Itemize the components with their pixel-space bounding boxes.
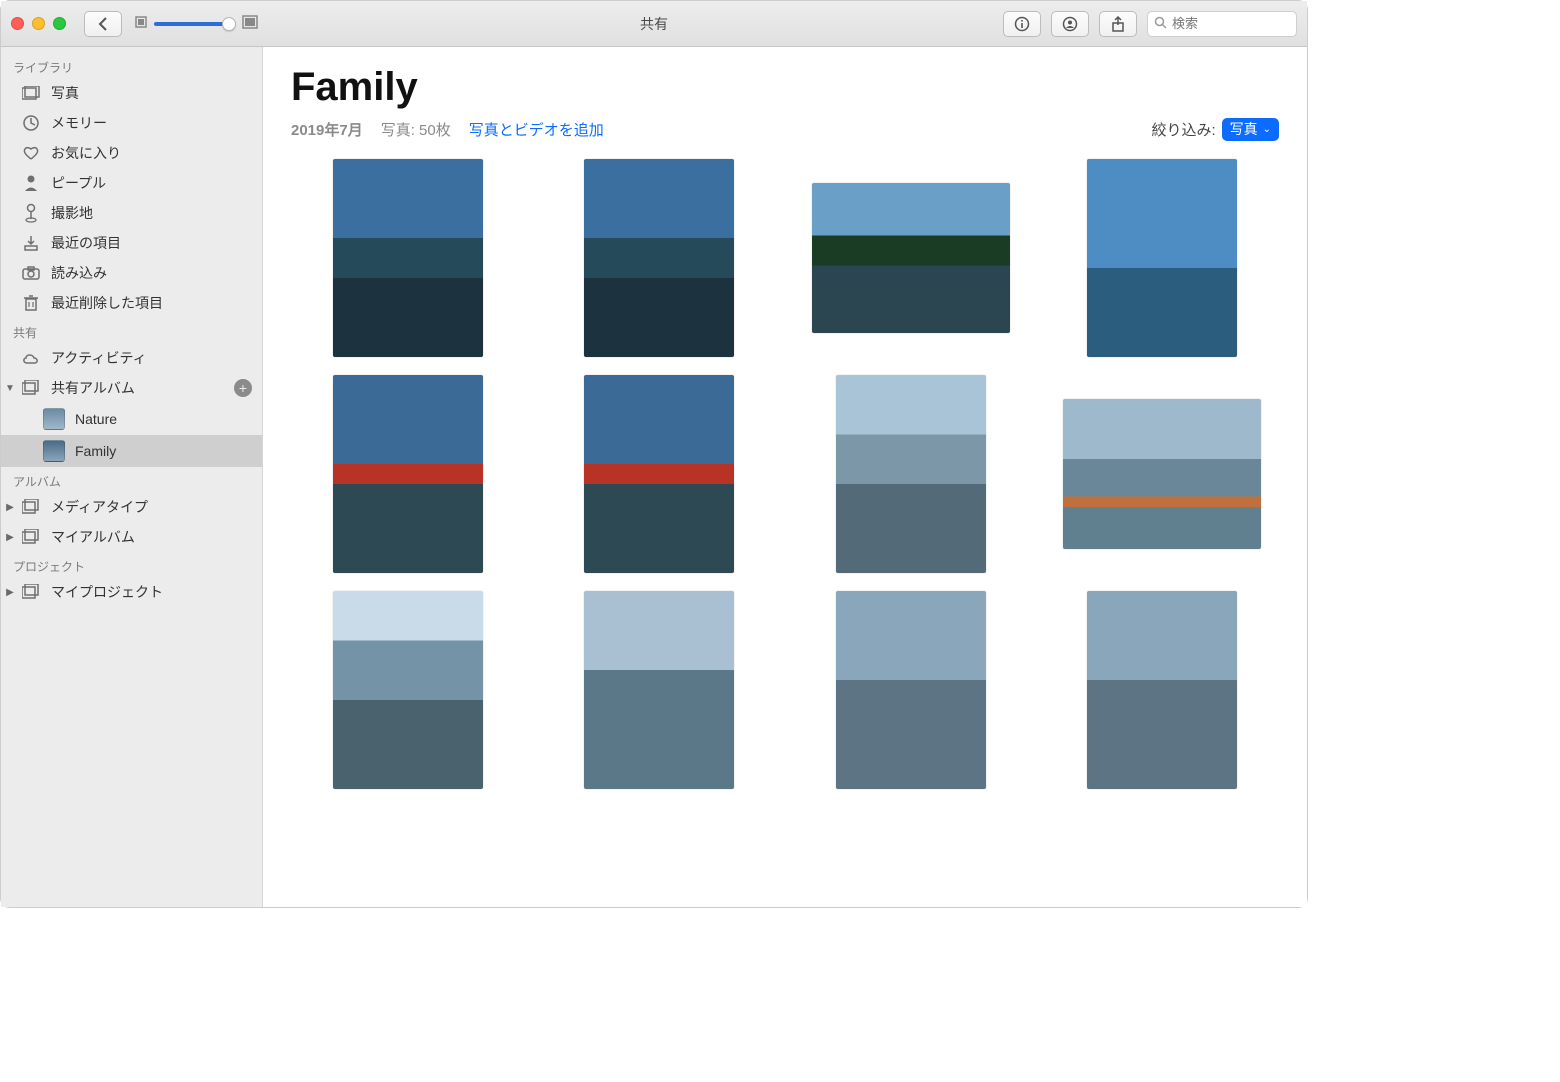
photo-thumbnail[interactable] (333, 375, 483, 573)
sidebar: ライブラリ 写真 メモリー お気に入り ピープル 撮影地 最近の項目 読み込み (1, 47, 263, 907)
sidebar-item-memories[interactable]: メモリー (1, 108, 262, 138)
search-field[interactable] (1147, 11, 1297, 37)
photo-thumbnail[interactable] (333, 159, 483, 357)
toolbar-right (1003, 11, 1297, 37)
sidebar-item-label: 共有アルバム (51, 378, 135, 398)
sidebar-item-favorites[interactable]: お気に入り (1, 138, 262, 168)
sidebar-item-my-albums[interactable]: ▶ マイアルバム (1, 522, 262, 552)
trash-icon (21, 293, 41, 313)
cloud-icon (21, 348, 41, 368)
sidebar-item-recents[interactable]: 最近の項目 (1, 228, 262, 258)
photo-thumbnail[interactable] (584, 375, 734, 573)
pin-icon (21, 203, 41, 223)
album-title: Family (291, 65, 1279, 110)
sidebar-item-places[interactable]: 撮影地 (1, 198, 262, 228)
main-content: Family 2019年7月 写真: 50枚 写真とビデオを追加 絞り込み: 写… (263, 47, 1307, 907)
window-title: 共有 (640, 14, 668, 34)
window-controls (11, 17, 66, 30)
sidebar-item-label: メモリー (51, 113, 107, 133)
album-stack-icon (21, 497, 41, 517)
album-count: 写真: 50枚 (381, 119, 451, 140)
sidebar-item-label: 撮影地 (51, 203, 93, 223)
disclosure-triangle-icon[interactable]: ▶ (3, 587, 17, 598)
sidebar-item-label: 読み込み (51, 263, 107, 283)
sidebar-item-photos[interactable]: 写真 (1, 78, 262, 108)
memories-icon (21, 113, 41, 133)
photo-thumbnail[interactable] (812, 183, 1010, 333)
sidebar-item-media-types[interactable]: ▶ メディアタイプ (1, 492, 262, 522)
zoom-slider-knob[interactable] (222, 17, 236, 31)
sidebar-item-label: お気に入り (51, 143, 121, 163)
sidebar-item-recently-deleted[interactable]: 最近削除した項目 (1, 288, 262, 318)
sidebar-item-shared-albums[interactable]: ▼ 共有アルバム + (1, 373, 262, 403)
people-button[interactable] (1051, 11, 1089, 37)
photo-thumbnail[interactable] (333, 591, 483, 789)
album-date: 2019年7月 (291, 119, 363, 140)
close-window-button[interactable] (11, 17, 24, 30)
sidebar-item-label: Nature (75, 411, 117, 427)
add-shared-album-button[interactable]: + (234, 379, 252, 397)
album-subheader: 2019年7月 写真: 50枚 写真とビデオを追加 絞り込み: 写真 ⌄ (291, 118, 1279, 141)
minimize-window-button[interactable] (32, 17, 45, 30)
sidebar-item-label: マイアルバム (51, 527, 135, 547)
sidebar-section-library: ライブラリ (1, 53, 262, 78)
sidebar-item-activity[interactable]: アクティビティ (1, 343, 262, 373)
sidebar-item-my-projects[interactable]: ▶ マイプロジェクト (1, 577, 262, 607)
sidebar-section-shared: 共有 (1, 318, 262, 343)
filter-value: 写真 (1230, 119, 1258, 139)
back-button[interactable] (84, 11, 122, 37)
sidebar-item-imports[interactable]: 読み込み (1, 258, 262, 288)
sidebar-item-label: マイプロジェクト (51, 582, 163, 602)
thumbnail-large-icon (242, 15, 258, 32)
fullscreen-window-button[interactable] (53, 17, 66, 30)
search-input[interactable] (1172, 16, 1290, 31)
sidebar-item-label: アクティビティ (51, 348, 147, 368)
album-thumbnail-icon (43, 440, 65, 462)
zoom-slider-group (130, 11, 262, 37)
sidebar-item-label: 最近削除した項目 (51, 293, 163, 313)
filter-label: 絞り込み: (1151, 119, 1215, 140)
album-stack-icon (21, 378, 41, 398)
sidebar-item-label: 最近の項目 (51, 233, 121, 253)
photo-thumbnail[interactable] (1063, 399, 1261, 549)
zoom-slider[interactable] (154, 22, 236, 26)
info-button[interactable] (1003, 11, 1041, 37)
album-thumbnail-icon (43, 408, 65, 430)
download-icon (21, 233, 41, 253)
camera-icon (21, 263, 41, 283)
search-icon (1154, 16, 1167, 32)
photo-thumbnail[interactable] (1087, 591, 1237, 789)
photo-thumbnail[interactable] (836, 591, 986, 789)
add-photos-videos-link[interactable]: 写真とビデオを追加 (469, 119, 604, 140)
sidebar-album-nature[interactable]: Nature (1, 403, 262, 435)
disclosure-triangle-icon[interactable]: ▼ (3, 383, 17, 394)
person-icon (21, 173, 41, 193)
sidebar-album-family[interactable]: Family (1, 435, 262, 467)
photo-thumbnail[interactable] (584, 159, 734, 357)
disclosure-triangle-icon[interactable]: ▶ (3, 502, 17, 513)
photo-thumbnail[interactable] (1087, 159, 1237, 357)
sidebar-section-albums: アルバム (1, 467, 262, 492)
sidebar-item-label: ピープル (51, 173, 106, 193)
sidebar-item-label: 写真 (51, 83, 79, 103)
filter-control: 絞り込み: 写真 ⌄ (1151, 118, 1279, 141)
photos-icon (21, 83, 41, 103)
thumbnail-small-icon (134, 15, 148, 32)
filter-dropdown[interactable]: 写真 ⌄ (1222, 118, 1279, 141)
sidebar-section-projects: プロジェクト (1, 552, 262, 577)
album-stack-icon (21, 527, 41, 547)
chevron-down-icon: ⌄ (1263, 124, 1271, 135)
sidebar-item-people[interactable]: ピープル (1, 168, 262, 198)
photo-thumbnail[interactable] (584, 591, 734, 789)
photo-thumbnail[interactable] (836, 375, 986, 573)
titlebar: 共有 (1, 1, 1307, 47)
photo-grid (291, 159, 1279, 789)
heart-icon (21, 143, 41, 163)
share-button[interactable] (1099, 11, 1137, 37)
disclosure-triangle-icon[interactable]: ▶ (3, 532, 17, 543)
sidebar-item-label: Family (75, 443, 116, 459)
sidebar-item-label: メディアタイプ (51, 497, 148, 517)
album-stack-icon (21, 582, 41, 602)
